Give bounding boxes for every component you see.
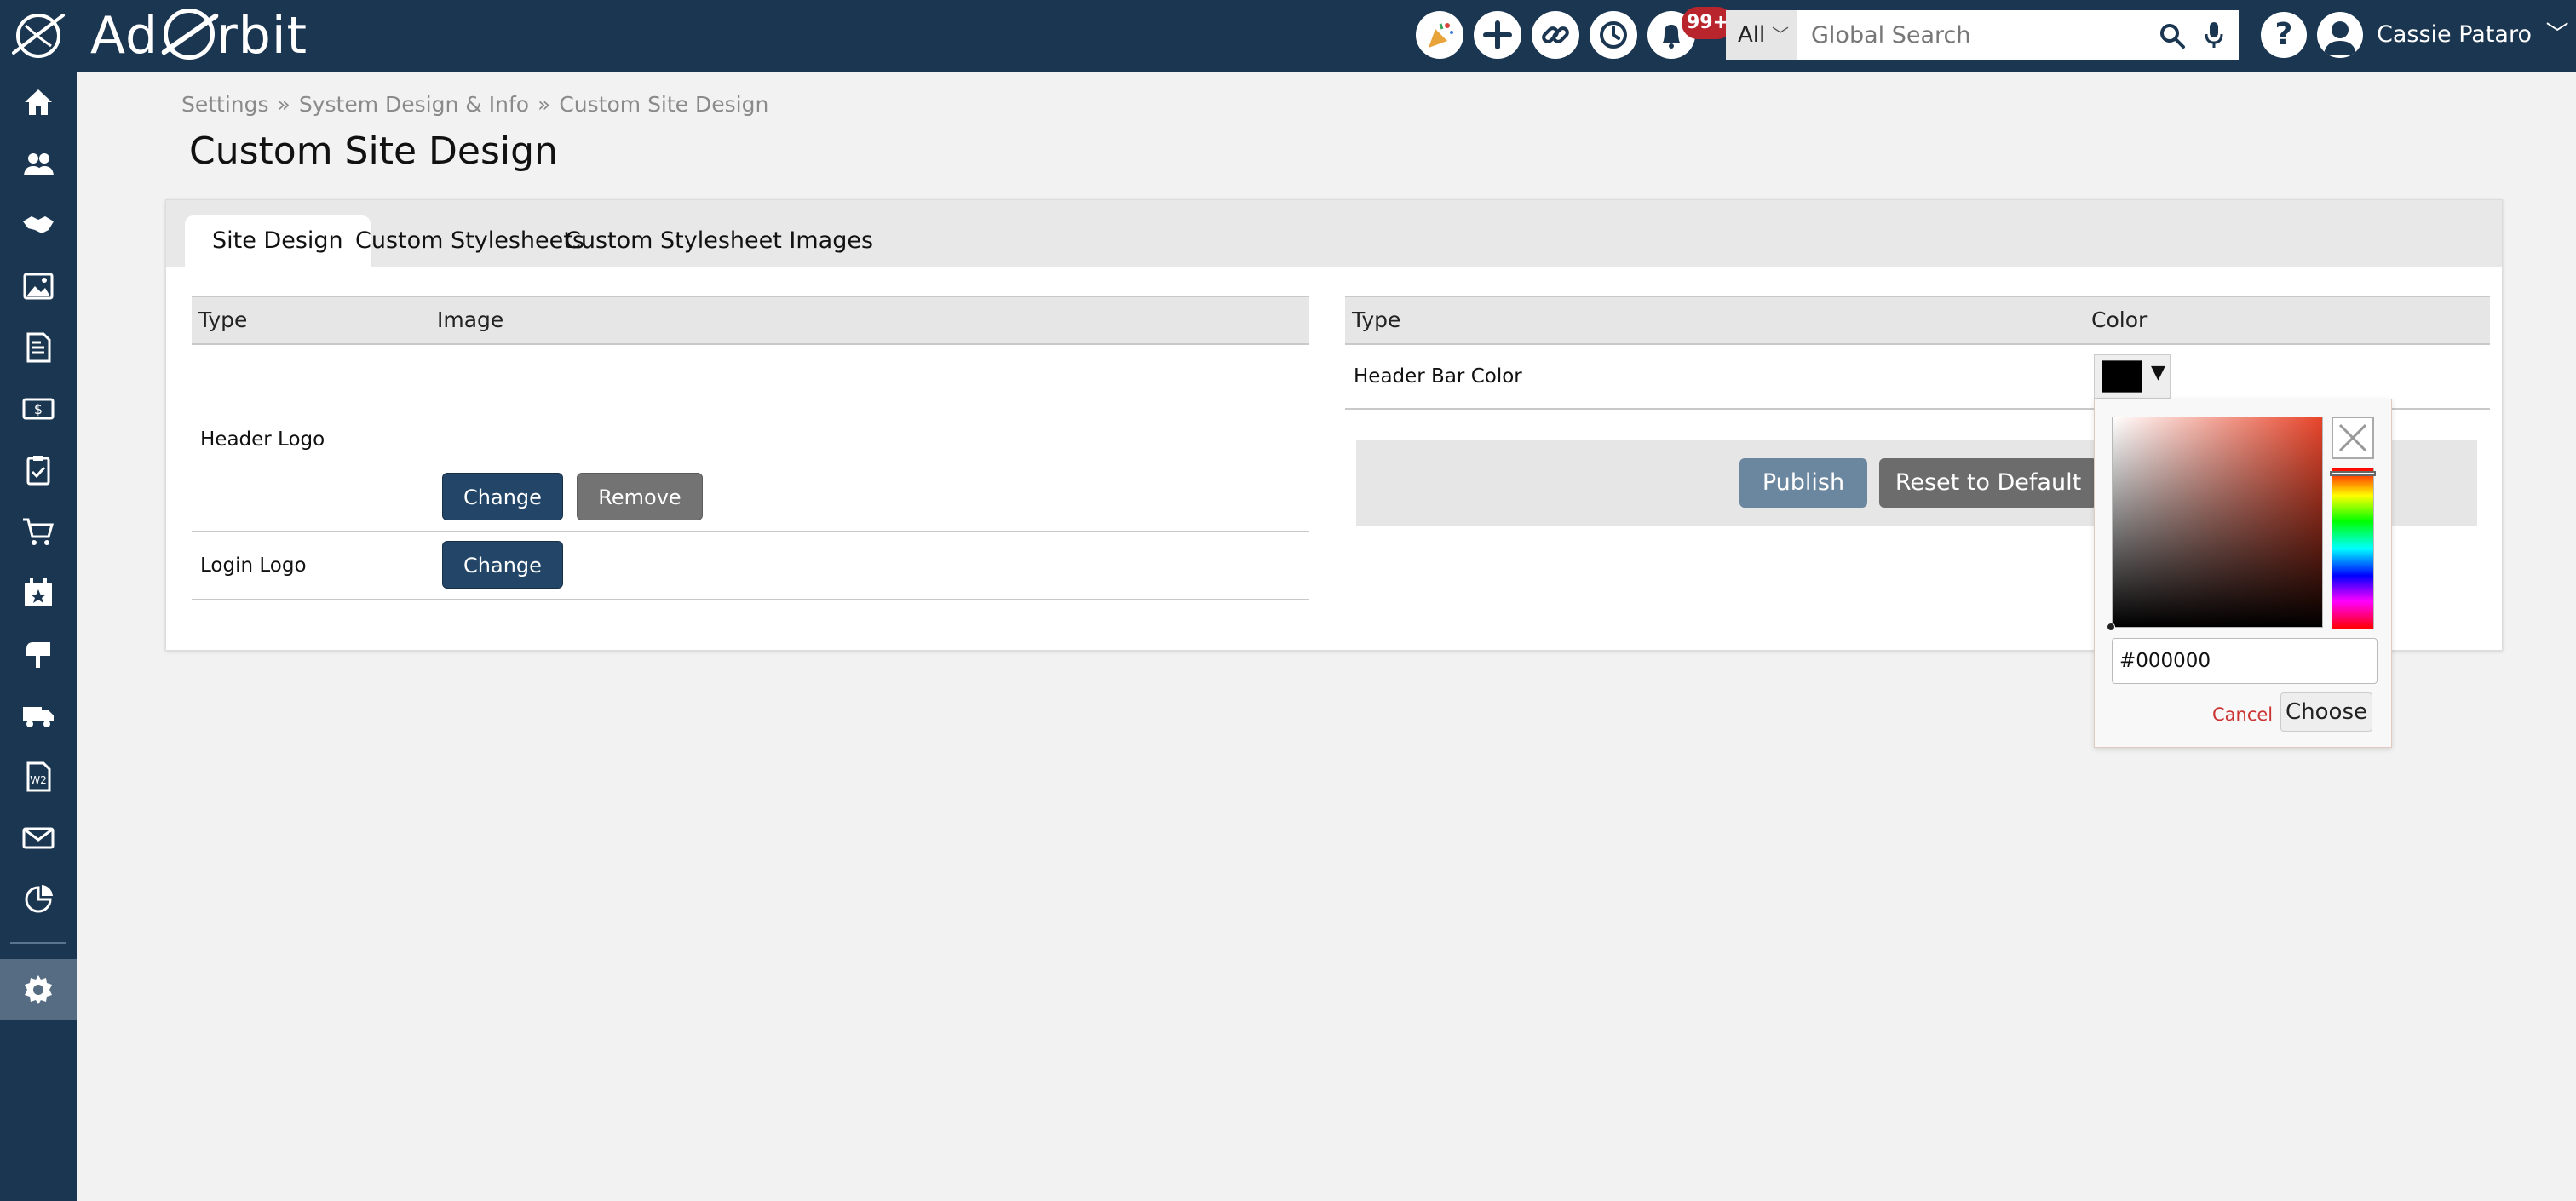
sidebar-divider [10, 942, 66, 944]
header-bar-color-label: Header Bar Color [1354, 365, 1522, 388]
clipboard-icon[interactable] [0, 440, 77, 501]
color-swatch [2102, 360, 2142, 393]
avatar[interactable] [2317, 12, 2363, 58]
users-icon[interactable] [0, 133, 77, 194]
global-search: All ﹀ [1726, 10, 2239, 60]
colors-table-header: Type Color [1345, 296, 2490, 345]
envelope-icon[interactable] [0, 807, 77, 869]
saturation-value-field[interactable] [2112, 417, 2323, 628]
cart-icon[interactable] [0, 501, 77, 562]
column-header-type: Type [198, 307, 248, 332]
hex-color-input[interactable] [2112, 638, 2378, 684]
user-menu[interactable]: Cassie Pataro ﹀ [2377, 17, 2569, 53]
search-scope-select[interactable]: All ﹀ [1726, 10, 1797, 60]
picker-cancel-link[interactable]: Cancel [2212, 699, 2273, 730]
search-icon[interactable] [2159, 22, 2186, 49]
row-divider [192, 599, 1309, 600]
svg-text:$: $ [34, 401, 43, 417]
picker-choose-button[interactable]: Choose [2280, 692, 2372, 732]
app-logo[interactable]: Ad rbit [90, 3, 308, 68]
top-bar: Adrbit 99+ All ﹀ ? Cassie Pataro ﹀ [0, 0, 2576, 72]
history-icon[interactable] [1590, 11, 1637, 59]
breadcrumb: Settings » System Design & Info » Custom Sit… [181, 92, 768, 118]
celebration-icon[interactable] [1416, 11, 1463, 59]
images-table-header: Type Image [192, 296, 1309, 345]
home-icon[interactable] [0, 72, 77, 133]
publish-button[interactable]: Publish [1739, 458, 1867, 508]
microphone-icon[interactable] [2203, 20, 2225, 49]
reset-to-default-button[interactable]: Reset to Default [1879, 458, 2097, 508]
calendar-star-icon[interactable] [0, 562, 77, 623]
breadcrumb-separator: » [277, 92, 290, 117]
handshake-icon[interactable] [0, 194, 77, 256]
color-selector-handle[interactable] [2107, 623, 2115, 631]
header-logo-change-button[interactable]: Change [442, 473, 563, 520]
color-picker: Cancel Choose [2094, 399, 2392, 748]
chevron-down-icon: ﹀ [2545, 21, 2569, 48]
page-title: Custom Site Design [189, 129, 558, 173]
invoice-icon[interactable] [0, 317, 77, 378]
avatar-icon [2324, 21, 2356, 55]
tabs-bar: Site Design Custom Stylesheets Custom St… [166, 200, 2502, 267]
breadcrumb-item-settings[interactable]: Settings [181, 92, 269, 117]
row-divider [192, 531, 1309, 532]
mailbox-icon[interactable] [0, 623, 77, 685]
logo-orbit-icon [164, 9, 216, 60]
pie-chart-icon[interactable] [0, 869, 77, 930]
logo-text-left: Ad [90, 6, 159, 66]
link-icon[interactable] [1532, 11, 1579, 59]
breadcrumb-item-system-design[interactable]: System Design & Info [299, 92, 529, 117]
hue-slider-handle[interactable] [2330, 471, 2376, 476]
truck-icon[interactable] [0, 685, 77, 746]
user-name: Cassie Pataro [2377, 21, 2532, 48]
plus-icon[interactable] [1474, 11, 1521, 59]
hue-slider[interactable] [2332, 468, 2374, 629]
money-icon[interactable]: $ [0, 378, 77, 440]
logo-text-right: rbit [216, 6, 308, 66]
column-header-image: Image [437, 307, 504, 332]
search-input[interactable] [1811, 10, 2152, 60]
svg-text:W2: W2 [30, 774, 47, 786]
header-bar-color-swatch[interactable]: ▼ [2094, 354, 2171, 399]
search-scope-value: All [1738, 22, 1766, 48]
breadcrumb-item-current: Custom Site Design [559, 92, 769, 117]
tab-custom-stylesheet-images[interactable]: Custom Stylesheet Images [565, 215, 873, 267]
header-logo-label: Header Logo [200, 428, 325, 451]
image-icon[interactable] [0, 256, 77, 317]
w2-form-icon[interactable]: W2 [0, 746, 77, 807]
caret-down-icon: ▼ [2151, 362, 2165, 383]
globe-logo-icon[interactable] [9, 9, 68, 63]
breadcrumb-separator: » [538, 92, 551, 117]
login-logo-label: Login Logo [200, 555, 307, 577]
help-icon[interactable]: ? [2261, 12, 2307, 58]
login-logo-change-button[interactable]: Change [442, 541, 563, 589]
column-header-type: Type [1352, 307, 1401, 332]
close-icon[interactable] [2332, 417, 2374, 459]
chevron-down-icon: ﹀ [1772, 25, 1789, 45]
column-header-color: Color [2091, 307, 2148, 332]
sidebar: $ W2 [0, 72, 77, 1201]
gear-icon[interactable] [0, 959, 77, 1020]
header-logo-remove-button[interactable]: Remove [577, 473, 703, 520]
